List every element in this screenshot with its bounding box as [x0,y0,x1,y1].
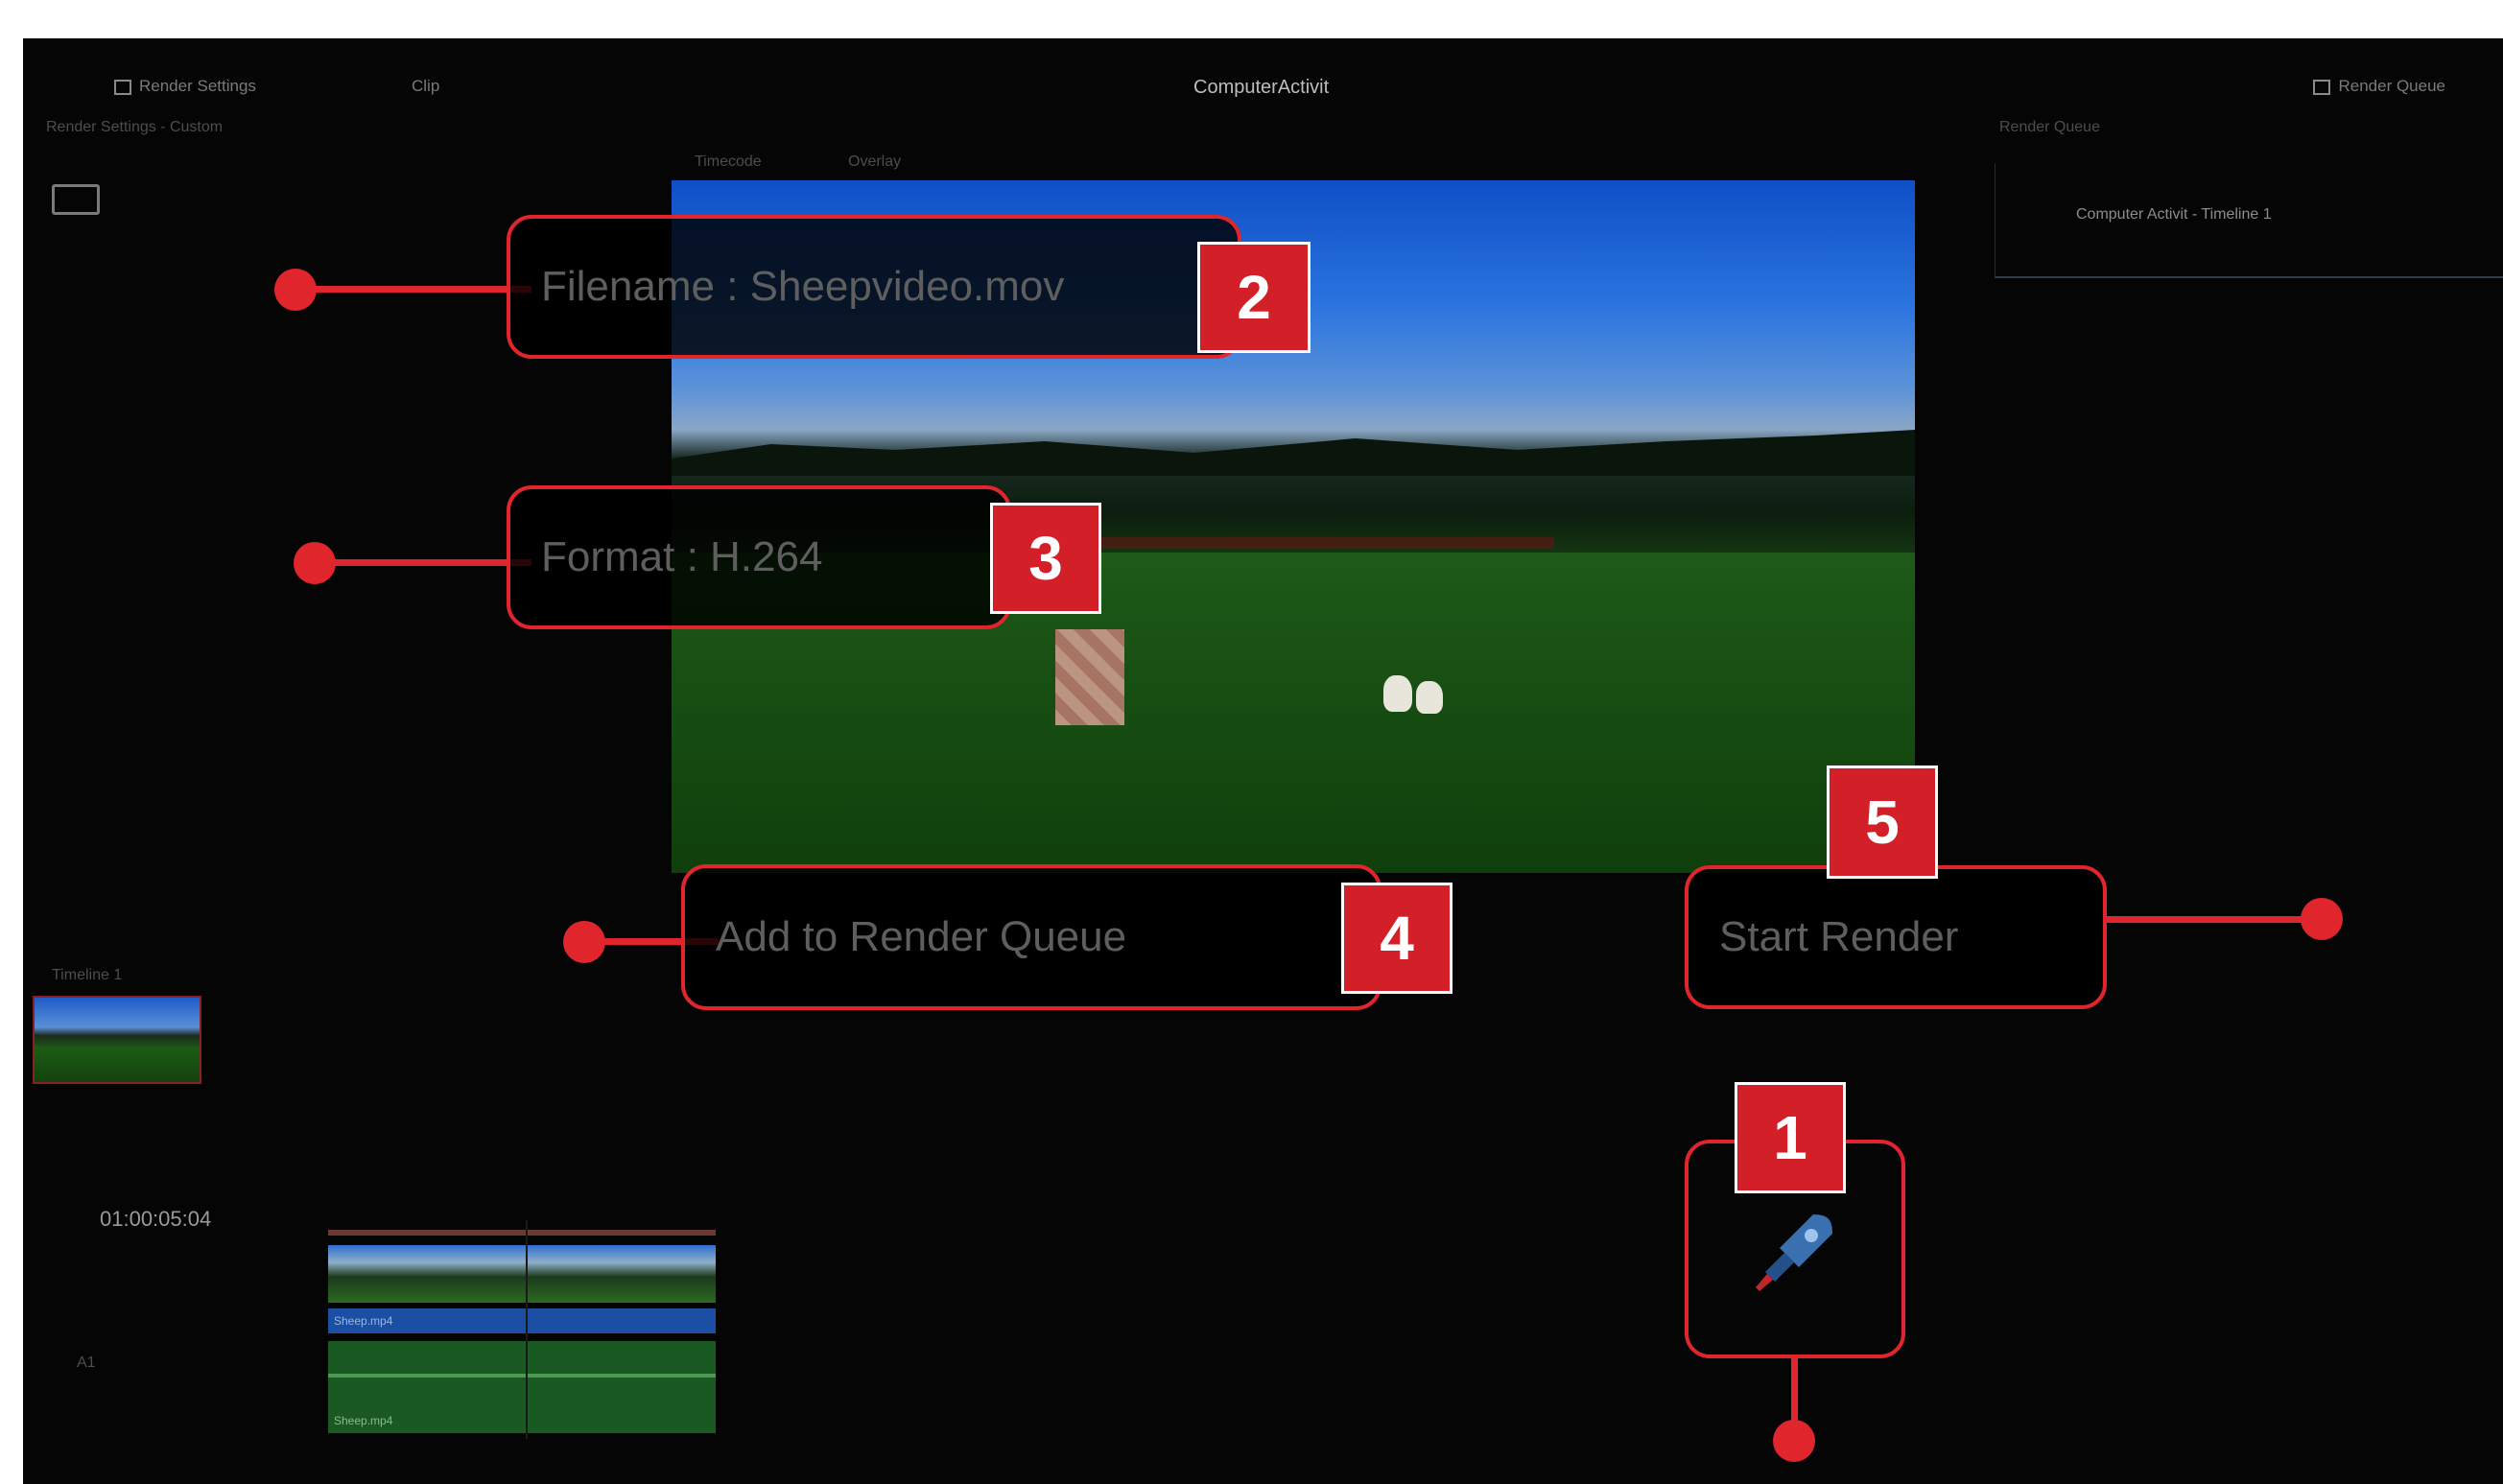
render-settings-tab[interactable]: Render Settings [114,77,256,96]
timeline-thumbnail[interactable] [33,996,201,1084]
callout-3-line [315,559,531,566]
add-to-render-queue-button[interactable]: Add to Render Queue [681,864,1381,1010]
viewer-hills [672,430,1915,476]
format-field[interactable]: Format : H.264 [507,485,1011,629]
project-title: ComputerActivit [1193,77,1330,98]
audio-waveform [328,1374,716,1378]
audio-clip[interactable]: Sheep.mp4 [328,1341,716,1433]
callout-5-line [2105,916,2326,923]
custom-preset-icon[interactable] [52,184,100,215]
callout-2-badge: 2 [1197,242,1311,353]
sheep-image [1416,681,1443,714]
render-settings-label: Render Settings - Custom [46,119,224,135]
timeline-thumb-label: Timeline 1 [52,967,123,983]
callout-5-badge: 5 [1827,766,1938,879]
viewer-fence [1074,537,1554,549]
render-queue-tab[interactable]: Render Queue [2313,77,2445,96]
video-clip-label: Sheep.mp4 [328,1308,716,1333]
video-clip[interactable] [328,1245,716,1303]
callout-3-badge: 3 [990,503,1101,614]
timecode-display: 01:00:05:04 [100,1207,212,1231]
viewer-label-timecode: Timecode [695,153,762,170]
playhead[interactable] [526,1220,528,1439]
timeline-ruler [328,1230,716,1236]
queue-icon [2313,79,2331,95]
viewer-label-overlay: Overlay [848,153,902,170]
render-queue-job[interactable]: Computer Activit - Timeline 1 [2076,206,2272,224]
settings-icon [114,79,131,95]
audio-track-label: A1 [77,1354,96,1371]
clip-tab[interactable]: Clip [412,77,439,96]
app-window: Render Settings Clip ComputerActivit Ren… [23,38,2503,1484]
rocket-icon [1756,1214,1832,1291]
timeline[interactable]: Sheep.mp4 Sheep.mp4 [328,1220,716,1439]
callout-2-line [295,286,531,293]
render-queue-header: Render Queue [1999,119,2100,135]
audio-clip-label: Sheep.mp4 [334,1414,393,1427]
callout-4-badge: 4 [1341,883,1452,994]
viewer-pixelated-object [1055,629,1124,725]
callout-5-dot [2301,898,2343,940]
sheep-image [1383,675,1412,712]
callout-1-badge: 1 [1735,1082,1846,1193]
filename-field[interactable]: Filename : Sheepvideo.mov [507,215,1241,359]
start-render-button[interactable]: Start Render [1685,865,2107,1009]
callout-1-dot [1773,1420,1815,1462]
